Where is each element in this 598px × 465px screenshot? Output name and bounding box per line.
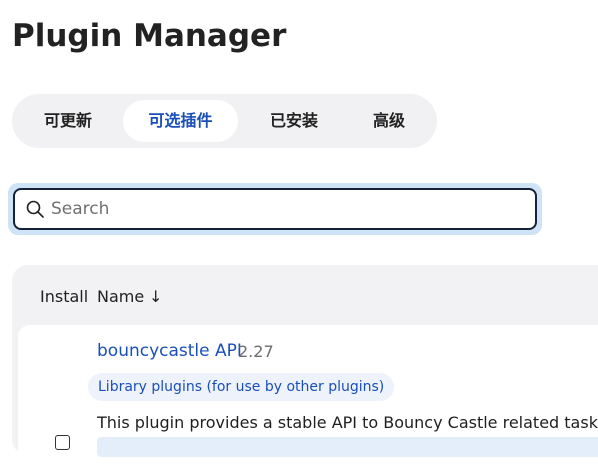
search-input[interactable] <box>51 190 521 228</box>
search-icon <box>26 200 44 218</box>
plugin-name-link[interactable]: bouncycastle API <box>97 340 242 362</box>
tab-installed[interactable]: 已安装 <box>252 100 336 142</box>
tab-advanced[interactable]: 高级 <box>350 100 428 142</box>
plugin-table: Install Name ↓ bouncycastle API 2.27 Lib… <box>12 265 598 465</box>
sort-arrow-icon[interactable]: ↓ <box>149 287 162 307</box>
plugin-version: 2.27 <box>238 342 274 361</box>
tab-updates[interactable]: 可更新 <box>28 100 108 142</box>
tab-bar: 可更新 可选插件 已安装 高级 <box>12 94 437 148</box>
plugin-description: This plugin provides a stable API to Bou… <box>97 413 598 432</box>
column-header-install: Install <box>40 287 89 306</box>
page-title: Plugin Manager <box>12 18 287 54</box>
plugin-notice-strip <box>97 437 598 457</box>
search-box[interactable] <box>13 188 537 230</box>
search-focus-ring <box>8 183 542 235</box>
tab-available-plugins[interactable]: 可选插件 <box>123 100 238 142</box>
table-row: bouncycastle API 2.27 Library plugins (f… <box>18 325 598 465</box>
category-badge[interactable]: Library plugins (for use by other plugin… <box>88 373 395 401</box>
install-checkbox[interactable] <box>55 435 70 450</box>
column-header-name[interactable]: Name <box>97 287 144 307</box>
